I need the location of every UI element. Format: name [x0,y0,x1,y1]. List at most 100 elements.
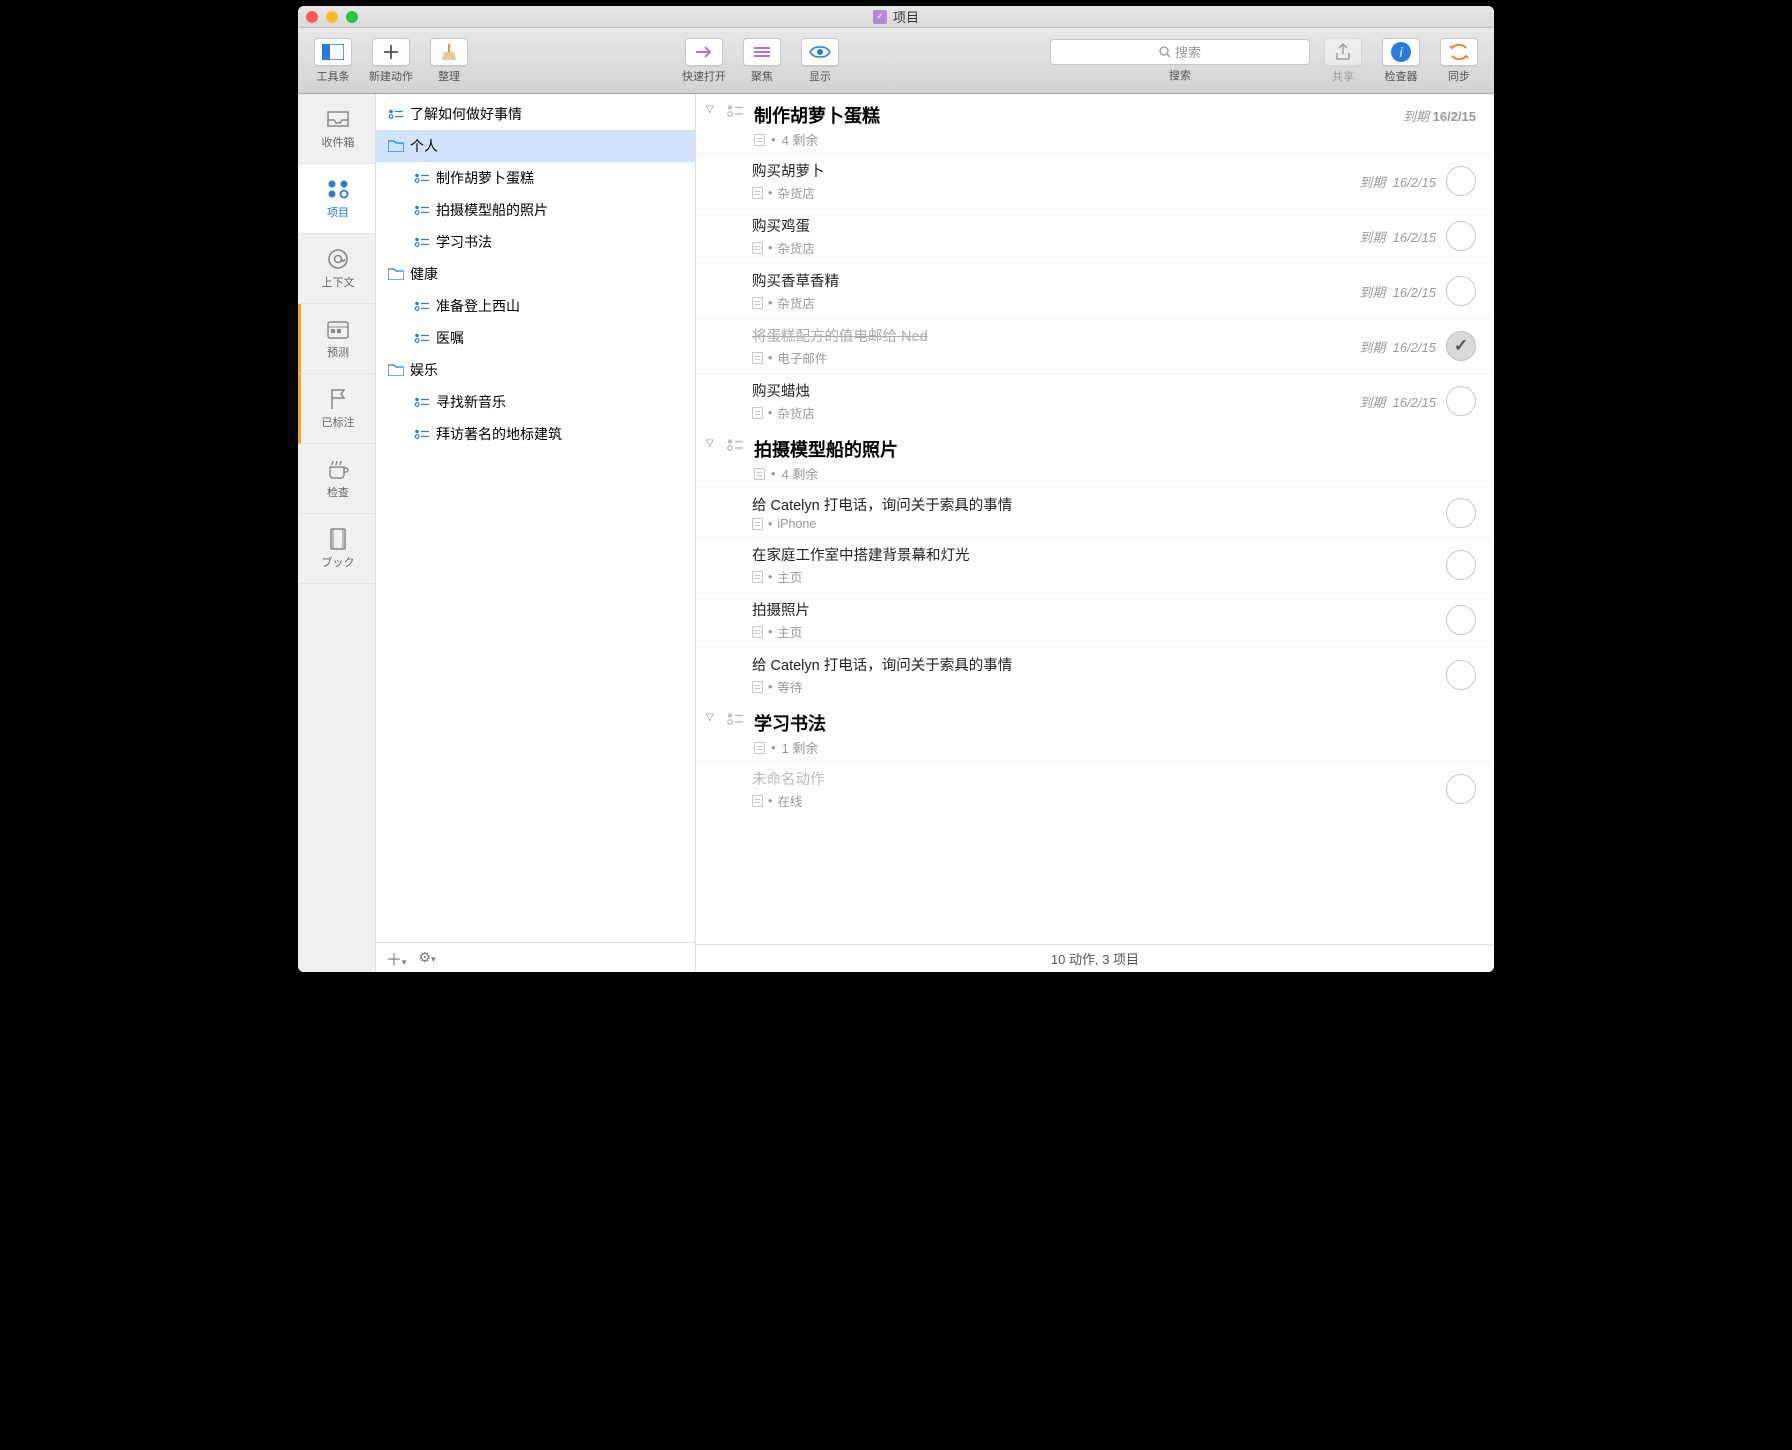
project-header[interactable]: ▽学习书法•1 剩余 [696,702,1494,761]
outline-label: 制作胡萝卜蛋糕 [436,168,534,188]
task-title: 给 Catelyn 打电话，询问关于索具的事情 [752,654,1436,675]
folder-icon [388,139,404,153]
outline-label: 个人 [410,136,438,156]
toolbar-button-view[interactable]: 显示 [795,38,845,84]
task-meta: •杂货店 [752,183,1349,202]
note-icon [754,468,765,480]
task-row[interactable]: 购买香草香精•杂货店到期 16/2/15 [696,263,1494,318]
task-row[interactable]: 给 Catelyn 打电话，询问关于索具的事情 •等待 [696,647,1494,702]
tab-book[interactable]: ブック [298,514,375,584]
content-pane: ▽制作胡萝卜蛋糕•4 剩余到期 16/2/15购买胡萝卜•杂货店到期 16/2/… [696,94,1494,972]
info-icon: i [1382,38,1420,66]
outline-folder[interactable]: 娱乐 [376,354,695,386]
task-checkbox[interactable] [1446,774,1476,804]
tab-projects[interactable]: 项目 [298,164,375,234]
outline-label: 拜访著名的地标建筑 [436,424,562,444]
note-icon [752,242,763,254]
outline-label: 娱乐 [410,360,438,380]
tab-flagged[interactable]: 已标注 [298,374,375,444]
zoom-window-button[interactable] [346,11,358,23]
outline-folder[interactable]: 健康 [376,258,695,290]
task-row[interactable]: 未命名动作•在线 [696,761,1494,816]
tab-review[interactable]: 检查 [298,444,375,514]
tab-contexts[interactable]: 上下文 [298,234,375,304]
toolbar-button-sync[interactable]: 同步 [1434,38,1484,84]
close-window-button[interactable] [306,11,318,23]
project-meta: •4 剩余 [754,130,1395,149]
note-icon [752,518,763,530]
task-title: 将蛋糕配方的值电邮给 Ned [752,325,1349,346]
toolbar-button-quick-open[interactable]: 快速打开 [679,38,729,84]
task-row[interactable]: 购买鸡蛋•杂货店到期 16/2/15 [696,208,1494,263]
task-checkbox[interactable] [1446,550,1476,580]
task-checkbox[interactable] [1446,498,1476,528]
tab-inbox[interactable]: 收件箱 [298,94,375,164]
task-due: 到期 16/2/15 [1359,227,1436,246]
disclosure-triangle[interactable]: ▽ [706,710,718,757]
folder-icon [388,267,404,281]
outline-project[interactable]: 了解如何做好事情 [376,98,695,130]
titlebar[interactable]: ✓ 项目 [298,6,1494,28]
minimize-window-button[interactable] [326,11,338,23]
task-checkbox[interactable] [1446,276,1476,306]
outline-project[interactable]: 学习书法 [376,226,695,258]
toolbar-button-cleanup[interactable]: 整理 [424,38,474,84]
toolbar-button-inspector[interactable]: i 检查器 [1376,38,1426,84]
task-checkbox[interactable] [1446,660,1476,690]
task-title: 拍摄照片 [752,599,1436,620]
outline-folder[interactable]: 个人 [376,130,695,162]
project-icon [414,427,430,441]
outline-project[interactable]: 拜访著名的地标建筑 [376,418,695,450]
task-row[interactable]: 给 Catelyn 打电话，询问关于索具的事情•iPhone [696,487,1494,537]
project-header[interactable]: ▽拍摄模型船的照片•4 剩余 [696,428,1494,487]
project-icon [414,299,430,313]
task-row[interactable]: 将蛋糕配方的值电邮给 Ned•电子邮件到期 16/2/15 [696,318,1494,373]
book-icon [325,528,351,550]
task-checkbox[interactable] [1446,605,1476,635]
search-icon [1159,46,1171,58]
disclosure-triangle[interactable]: ▽ [706,436,718,483]
project-due: 到期 16/2/15 [1403,102,1476,149]
task-meta: •主页 [752,567,1436,586]
disclosure-triangle[interactable]: ▽ [706,102,718,149]
search-input[interactable]: 搜索 [1050,39,1310,65]
toolbar-button-share[interactable]: 共享 [1318,38,1368,84]
at-icon [325,248,351,270]
toolbar-button-new-action[interactable]: 新建动作 [366,38,416,84]
add-button[interactable]: ＋▾ [386,946,407,970]
task-row[interactable]: 购买蜡烛•杂货店到期 16/2/15 [696,373,1494,428]
task-meta: •iPhone [752,517,1436,531]
coffee-icon [325,458,351,480]
outline-label: 学习书法 [436,232,492,252]
folder-icon [388,363,404,377]
outline-project[interactable]: 制作胡萝卜蛋糕 [376,162,695,194]
task-meta: •等待 [752,677,1436,696]
sync-icon [1440,38,1478,66]
status-bar: 10 动作, 3 项目 [696,944,1494,972]
task-due: 到期 16/2/15 [1359,172,1436,191]
task-row[interactable]: 拍摄照片•主页 [696,592,1494,647]
outline-project[interactable]: 医嘱 [376,322,695,354]
task-row[interactable]: 在家庭工作室中搭建背景幕和灯光•主页 [696,537,1494,592]
outline-project[interactable]: 寻找新音乐 [376,386,695,418]
tab-forecast[interactable]: 预测 [298,304,375,374]
task-checkbox[interactable] [1446,331,1476,361]
task-checkbox[interactable] [1446,386,1476,416]
task-due: 到期 16/2/15 [1359,337,1436,356]
task-checkbox[interactable] [1446,166,1476,196]
note-icon [754,134,765,146]
task-title: 购买鸡蛋 [752,215,1349,236]
task-row[interactable]: 购买胡萝卜•杂货店到期 16/2/15 [696,153,1494,208]
outline-project[interactable]: 准备登上西山 [376,290,695,322]
toolbar-button-focus[interactable]: 聚焦 [737,38,787,84]
toolbar-button-sidebar[interactable]: 工具条 [308,38,358,84]
perspective-tabs: 收件箱 项目 上下文 预测 已标注 检查 ブック [298,94,376,972]
gear-button[interactable]: ⚙▾ [419,949,436,966]
task-meta: •杂货店 [752,293,1349,312]
project-header[interactable]: ▽制作胡萝卜蛋糕•4 剩余到期 16/2/15 [696,94,1494,153]
search-label: 搜索 [1169,67,1191,83]
task-checkbox[interactable] [1446,221,1476,251]
outline-project[interactable]: 拍摄模型船的照片 [376,194,695,226]
note-icon [754,742,765,754]
project-icon [414,395,430,409]
